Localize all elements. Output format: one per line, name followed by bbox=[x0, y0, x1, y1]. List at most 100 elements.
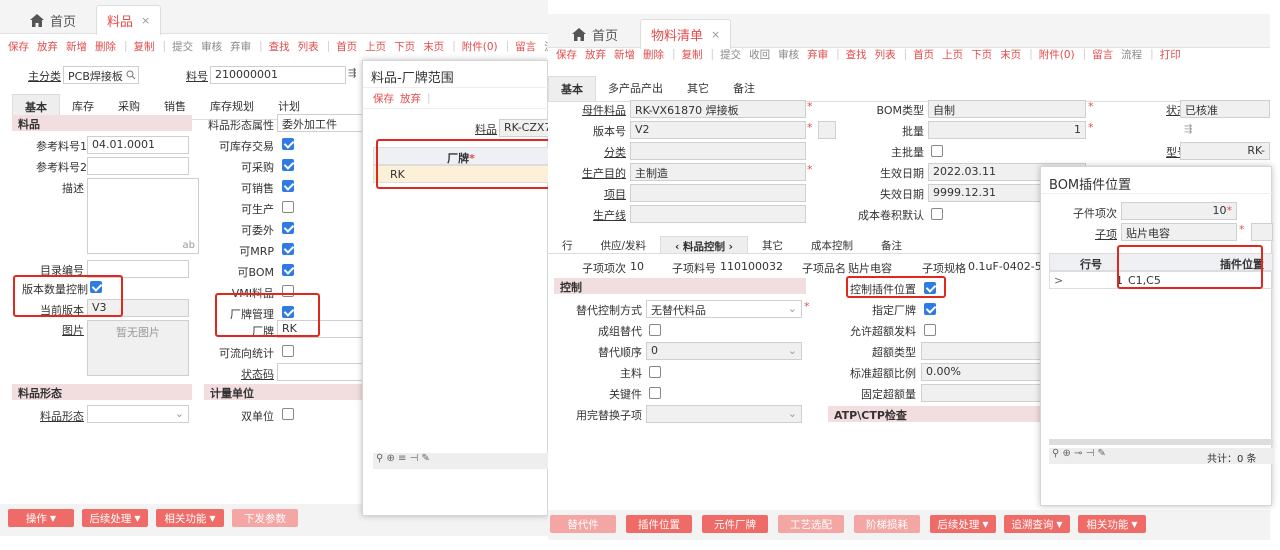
toolbar-button[interactable]: 弃审 bbox=[807, 47, 828, 62]
ctrl-field-input[interactable]: 无替代料品 ⌄ bbox=[646, 300, 802, 318]
bom-field-input[interactable] bbox=[630, 205, 806, 223]
bom-footer-button[interactable]: 工艺选配 bbox=[778, 515, 844, 533]
ctrl-field-input[interactable]: 0 ⌄ bbox=[646, 342, 802, 360]
item-tab[interactable]: 料品 × bbox=[96, 5, 162, 35]
close-icon[interactable]: × bbox=[711, 28, 720, 41]
plugin-sub-extra[interactable] bbox=[1251, 223, 1273, 241]
dual-unit-checkbox[interactable] bbox=[282, 408, 294, 420]
toolbar-button[interactable]: 留言 bbox=[1092, 47, 1113, 62]
operate-button[interactable]: 操作 ▼ bbox=[8, 509, 74, 527]
toolbar-button[interactable]: 下页 bbox=[971, 47, 992, 62]
model-input[interactable]: RK- bbox=[1180, 142, 1270, 160]
toolbar-button[interactable]: 末页 bbox=[423, 39, 444, 54]
subtab[interactable]: 成本控制 bbox=[797, 236, 867, 253]
check-box[interactable] bbox=[282, 264, 294, 276]
tab[interactable]: 其它 bbox=[675, 76, 721, 101]
attr-input[interactable]: 委外加工件 bbox=[277, 114, 363, 132]
toolbar-button[interactable]: 列表 bbox=[875, 47, 896, 62]
toolbar-button[interactable]: 复制 bbox=[682, 47, 703, 62]
bom-footer-button[interactable]: 插件位置 bbox=[626, 515, 692, 533]
desc-textarea[interactable]: ab bbox=[87, 178, 199, 254]
toolbar-button[interactable]: 放弃 bbox=[37, 39, 58, 54]
bom-footer-button[interactable]: 后续处理 ▼ bbox=[930, 515, 996, 533]
bom-field-input[interactable]: V2 bbox=[630, 121, 806, 139]
toolbar-button[interactable]: 打印 bbox=[1160, 47, 1181, 62]
bom-footer-button[interactable]: 相关功能 ▼ bbox=[1078, 515, 1146, 533]
toolbar-button[interactable]: 审核 bbox=[778, 47, 799, 62]
ref1-input[interactable]: 04.01.0001 bbox=[87, 136, 189, 154]
bom-field-input[interactable]: 主制造 bbox=[630, 163, 806, 181]
toolbar-button[interactable]: 末页 bbox=[1000, 47, 1021, 62]
bom-field-input[interactable]: RK-VX61870 焊接板 bbox=[630, 100, 806, 118]
status-input[interactable]: 已核准 bbox=[1180, 100, 1270, 118]
toolbar-button[interactable]: 新增 bbox=[66, 39, 87, 54]
search-icon[interactable] bbox=[126, 70, 136, 80]
version-lookup[interactable] bbox=[818, 121, 836, 139]
toolbar-button[interactable]: 下页 bbox=[394, 39, 415, 54]
close-icon[interactable]: × bbox=[141, 14, 150, 27]
ctrl-field-input[interactable]: 0.00% bbox=[921, 363, 1041, 381]
toolbar-button[interactable]: 新增 bbox=[614, 47, 635, 62]
ctrl-field-checkbox[interactable] bbox=[924, 303, 936, 315]
ctrl-field-checkbox[interactable] bbox=[649, 324, 661, 336]
plugin-sub-input[interactable]: 贴片电容 bbox=[1121, 223, 1237, 241]
followup-button[interactable]: 后续处理 ▼ bbox=[82, 509, 148, 527]
bom-field-checkbox[interactable] bbox=[931, 145, 943, 157]
toolbar-button[interactable]: 提交 bbox=[172, 39, 193, 54]
bom-field-input[interactable] bbox=[630, 184, 806, 202]
related-button[interactable]: 相关功能 ▼ bbox=[156, 509, 224, 527]
subtab[interactable]: 其它 bbox=[748, 236, 797, 253]
check-box[interactable] bbox=[282, 201, 294, 213]
bom-field-input[interactable]: 1 bbox=[928, 121, 1086, 139]
item-no-input[interactable]: 210000001 bbox=[210, 66, 346, 84]
home-tab[interactable]: 首页 bbox=[30, 6, 76, 34]
bom-footer-button[interactable]: 阶梯损耗 bbox=[854, 515, 920, 533]
toolbar-button[interactable]: 审核 bbox=[201, 39, 222, 54]
toolbar-button[interactable]: 放弃 bbox=[585, 47, 606, 62]
check-box[interactable] bbox=[282, 180, 294, 192]
bom-footer-button[interactable]: 替代件 bbox=[550, 515, 616, 533]
toolbar-button[interactable]: 附件(0) bbox=[462, 39, 498, 54]
ctrl-field-checkbox[interactable] bbox=[649, 366, 661, 378]
toolbar-button[interactable]: 复制 bbox=[134, 39, 155, 54]
plugin-scrollbar[interactable] bbox=[1049, 439, 1273, 445]
check-box[interactable] bbox=[282, 138, 294, 150]
toolbar-button[interactable]: 附件(0) bbox=[1039, 47, 1075, 62]
list-icon[interactable]: ⇶ bbox=[1184, 124, 1192, 135]
toolbar-button[interactable]: 删除 bbox=[643, 47, 664, 62]
subtab[interactable]: ‹ 料品控制 › bbox=[660, 236, 749, 253]
flow-checkbox[interactable] bbox=[282, 345, 294, 357]
check-box[interactable] bbox=[282, 243, 294, 255]
plugin-seq-input[interactable]: 10* bbox=[1121, 202, 1237, 220]
toolbar-button[interactable]: 保存 bbox=[8, 39, 29, 54]
ref2-input[interactable] bbox=[87, 157, 189, 175]
tab[interactable]: 多产品产出 bbox=[596, 76, 675, 101]
list-icon[interactable]: ⇶ bbox=[348, 68, 356, 79]
toolbar-button[interactable]: 首页 bbox=[336, 39, 357, 54]
toolbar-button[interactable]: 保存 bbox=[556, 47, 577, 62]
tab[interactable]: 备注 bbox=[721, 76, 767, 101]
discard-button[interactable]: 放弃 bbox=[400, 91, 421, 106]
ctrl-field-input[interactable] bbox=[921, 342, 1041, 360]
toolbar-button[interactable]: 删除 bbox=[95, 39, 116, 54]
toolbar-button[interactable]: 上页 bbox=[365, 39, 386, 54]
form-select[interactable]: ⌄ bbox=[87, 405, 189, 423]
tab[interactable]: 基本 bbox=[548, 76, 596, 101]
issue-params-button[interactable]: 下发参数 bbox=[232, 509, 298, 527]
subtab[interactable]: 备注 bbox=[867, 236, 916, 253]
toolbar-button[interactable]: 查找 bbox=[269, 39, 290, 54]
toolbar-button[interactable]: 列表 bbox=[298, 39, 319, 54]
brand-item-input[interactable]: RK-CZX7 bbox=[499, 119, 549, 137]
bom-field-input[interactable]: 自制 bbox=[928, 100, 1086, 118]
bom-footer-button[interactable]: 追溯查询 ▼ bbox=[1004, 515, 1070, 533]
picture-box[interactable]: 暂无图片 bbox=[87, 320, 189, 376]
status-code-input[interactable] bbox=[277, 363, 363, 381]
brand-grid-tools[interactable]: ⚲ ⊕ ≡ ⊣ ✎ bbox=[373, 453, 549, 469]
tab[interactable]: 库存规划 bbox=[198, 94, 266, 119]
toolbar-button[interactable]: 弃审 bbox=[230, 39, 251, 54]
bom-field-input[interactable] bbox=[630, 142, 806, 160]
bom-footer-button[interactable]: 元件厂牌 bbox=[702, 515, 768, 533]
save-button[interactable]: 保存 bbox=[373, 91, 394, 106]
subtab[interactable]: 行 bbox=[548, 236, 587, 253]
toolbar-button[interactable]: 收回 bbox=[749, 47, 770, 62]
